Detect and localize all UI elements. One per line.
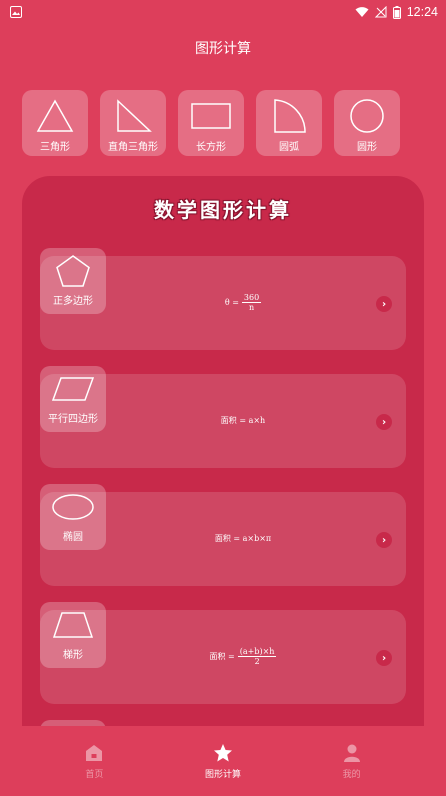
- chip-label: 三角形: [40, 142, 70, 153]
- parallelogram-icon: [51, 377, 95, 401]
- formula: 面积 = a×h: [120, 402, 366, 438]
- card-icon-box: 梯形: [40, 602, 106, 668]
- status-right: 12:24: [355, 5, 438, 19]
- status-time: 12:24: [406, 5, 438, 19]
- card-label: 梯形: [63, 650, 83, 661]
- chip-rectangle[interactable]: 长方形: [178, 90, 244, 156]
- chip-triangle[interactable]: 三角形: [22, 90, 88, 156]
- chip-arc[interactable]: 圆弧: [256, 90, 322, 156]
- page-title: 图形计算: [0, 24, 446, 72]
- card-ellipse[interactable]: 椭圆 面积 = a×b×π ›: [40, 484, 406, 586]
- card-icon-box: 正多边形: [40, 248, 106, 314]
- formula-lhs: θ =: [224, 297, 239, 307]
- card-regular-polygon[interactable]: 正多边形 θ = 360 n ›: [40, 248, 406, 350]
- pentagon-icon: [56, 255, 90, 287]
- calculation-panel: 数学图形计算 正多边形 θ = 360 n › 平行四边形 面积 = a×h ›…: [22, 176, 424, 766]
- formula-denominator: n: [248, 302, 255, 312]
- formula-numerator: (a+b)×h: [237, 646, 277, 657]
- card-icon-box: 椭圆: [40, 484, 106, 550]
- circle-icon: [350, 99, 384, 133]
- chevron-right-icon[interactable]: ›: [376, 414, 392, 430]
- chevron-right-icon[interactable]: ›: [376, 296, 392, 312]
- card-icon-box: 平行四边形: [40, 366, 106, 432]
- formula-lhs: 面积 = a×b×π: [214, 533, 272, 543]
- panel-title: 数学图形计算: [154, 198, 292, 222]
- card-trapezoid[interactable]: 梯形 面积 = (a+b)×h 2 ›: [40, 602, 406, 704]
- bottom-nav: 首页 图形计算 我的: [0, 726, 446, 796]
- status-bar: 12:24: [0, 0, 446, 24]
- formula: θ = 360 n: [120, 284, 366, 320]
- image-notification-icon: [10, 6, 22, 18]
- triangle-icon: [36, 99, 74, 132]
- user-icon: [343, 744, 360, 762]
- formula-lhs: 面积 = a×h: [220, 415, 266, 425]
- chip-label: 圆弧: [279, 142, 299, 153]
- right-triangle-icon: [117, 99, 152, 132]
- wifi-icon: [355, 7, 369, 17]
- chip-label: 长方形: [196, 142, 226, 153]
- nav-label: 图形计算: [204, 769, 241, 780]
- formula-lhs: 面积 =: [209, 651, 235, 661]
- star-icon: [213, 743, 232, 761]
- no-signal-icon: [374, 6, 387, 18]
- nav-label: 我的: [342, 769, 361, 780]
- chip-right-triangle[interactable]: 直角三角形: [100, 90, 166, 156]
- nav-profile[interactable]: 我的: [312, 743, 392, 780]
- status-left: [10, 6, 22, 18]
- ellipse-icon: [52, 494, 94, 520]
- formula-fraction: 360 n: [241, 292, 262, 312]
- chevron-right-icon[interactable]: ›: [376, 650, 392, 666]
- card-label: 平行四边形: [48, 414, 98, 425]
- card-parallelogram[interactable]: 平行四边形 面积 = a×h ›: [40, 366, 406, 468]
- chip-label: 直角三角形: [108, 142, 158, 153]
- formula-numerator: 360: [241, 292, 262, 303]
- nav-label: 首页: [85, 769, 104, 780]
- card-label: 正多边形: [53, 296, 93, 307]
- formula: 面积 = a×b×π: [120, 520, 366, 556]
- nav-shape-calc[interactable]: 图形计算: [183, 743, 263, 780]
- formula: 面积 = (a+b)×h 2: [120, 638, 366, 674]
- formula-denominator: 2: [254, 656, 260, 666]
- nav-home[interactable]: 首页: [54, 743, 134, 780]
- shape-chips: 三角形 直角三角形 长方形 圆弧 圆形: [22, 90, 402, 156]
- battery-icon: [392, 5, 401, 19]
- chip-label: 圆形: [357, 142, 377, 153]
- formula-fraction: (a+b)×h 2: [237, 646, 277, 666]
- chevron-right-icon[interactable]: ›: [376, 532, 392, 548]
- rectangle-icon: [191, 103, 231, 129]
- home-icon: [86, 744, 103, 761]
- arc-icon: [274, 99, 306, 133]
- trapezoid-icon: [52, 612, 94, 638]
- chip-circle[interactable]: 圆形: [334, 90, 400, 156]
- card-label: 椭圆: [63, 532, 83, 543]
